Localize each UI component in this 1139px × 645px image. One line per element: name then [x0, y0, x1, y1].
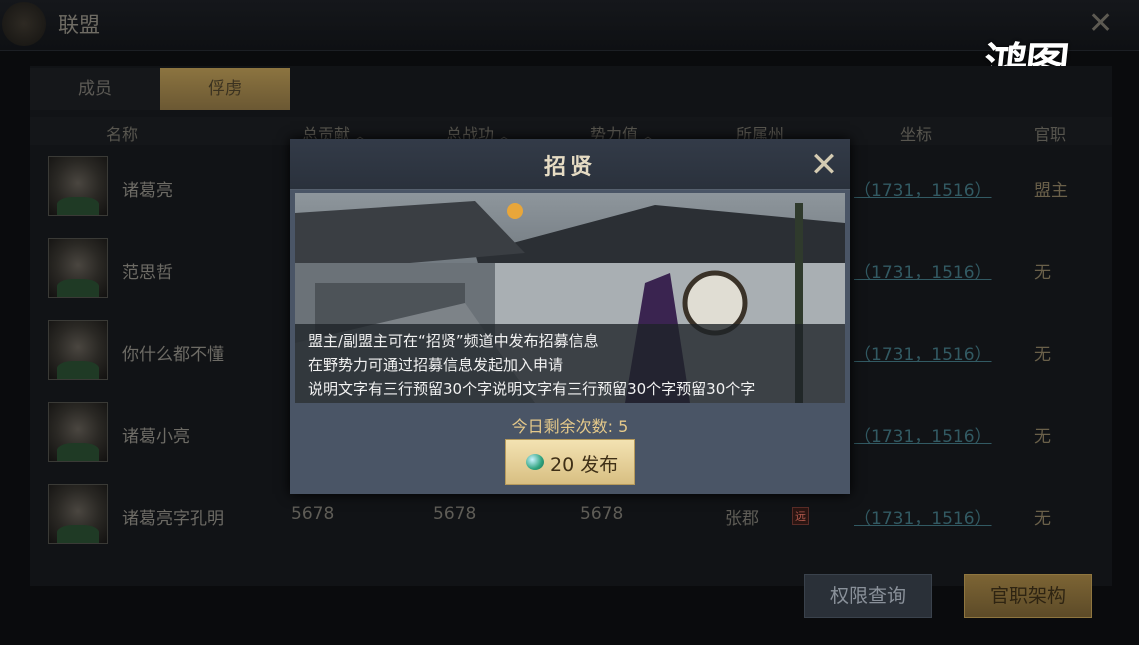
- rank-text: 无: [1034, 345, 1051, 365]
- coord-link[interactable]: （1731，1516）: [854, 504, 992, 529]
- rank-text: 无: [1034, 427, 1051, 447]
- member-name: 诸葛亮: [122, 181, 173, 201]
- member-name: 诸葛小亮: [122, 427, 190, 447]
- coord-link[interactable]: （1731，1516）: [854, 340, 992, 365]
- header-coord: 坐标: [900, 125, 933, 144]
- title-bar: 联盟 ✕: [0, 0, 1139, 51]
- alliance-emblem-icon: [2, 2, 46, 46]
- header-name: 名称: [106, 125, 139, 144]
- header-rank: 官职: [1034, 125, 1067, 144]
- member-name: 诸葛亮字孔明: [122, 509, 224, 529]
- state-value: 张郡: [725, 509, 759, 529]
- rank-text: 无: [1034, 509, 1051, 529]
- member-name: 你什么都不懂: [122, 345, 224, 365]
- coord-link[interactable]: （1731，1516）: [854, 422, 992, 447]
- jade-gem-icon: [526, 454, 544, 470]
- avatar: [48, 320, 108, 380]
- power-value: 5678: [580, 504, 624, 524]
- avatar: [48, 484, 108, 544]
- avatar: [48, 238, 108, 298]
- description-line: 说明文字有三行预留30个字说明文字有三行预留30个字预留30个字: [308, 380, 756, 398]
- description-line: 在野势力可通过招募信息发起加入申请: [308, 356, 564, 374]
- shuriken-close-icon[interactable]: ✕: [804, 145, 844, 185]
- rank-text: 盟主: [1034, 181, 1068, 201]
- remaining-count: 今日剩余次数: 5: [511, 417, 629, 436]
- avatar: [48, 402, 108, 462]
- rank-text: 无: [1034, 263, 1051, 283]
- description-line: 盟主/副盟主可在“招贤”频道中发布招募信息: [308, 332, 599, 350]
- tab-members[interactable]: 成员: [30, 68, 160, 110]
- publish-label: 20 发布: [550, 454, 619, 476]
- merit-value: 5678: [433, 504, 477, 524]
- member-name: 范思哲: [122, 263, 173, 283]
- permissions-button[interactable]: 权限查询: [804, 574, 932, 618]
- dialog-title: 招贤: [543, 155, 596, 180]
- window-title: 联盟: [58, 13, 100, 37]
- contribution-value: 5678: [291, 504, 335, 524]
- tab-captives[interactable]: 俘虏: [160, 68, 290, 110]
- dialog-header: 招贤 ✕: [290, 139, 850, 190]
- coord-link[interactable]: （1731，1516）: [854, 258, 992, 283]
- office-structure-button[interactable]: 官职架构: [964, 574, 1092, 618]
- remote-tag: 远: [792, 507, 809, 525]
- recruit-dialog: 招贤 ✕ 盟主/副盟主可在“招贤”频道中发布招募信息 在野势力可通过招募信息发起…: [290, 139, 850, 494]
- coord-link[interactable]: （1731，1516）: [854, 176, 992, 201]
- publish-button[interactable]: 20 发布: [505, 439, 635, 485]
- recruit-description: 盟主/副盟主可在“招贤”频道中发布招募信息 在野势力可通过招募信息发起加入申请 …: [295, 324, 845, 403]
- avatar: [48, 156, 108, 216]
